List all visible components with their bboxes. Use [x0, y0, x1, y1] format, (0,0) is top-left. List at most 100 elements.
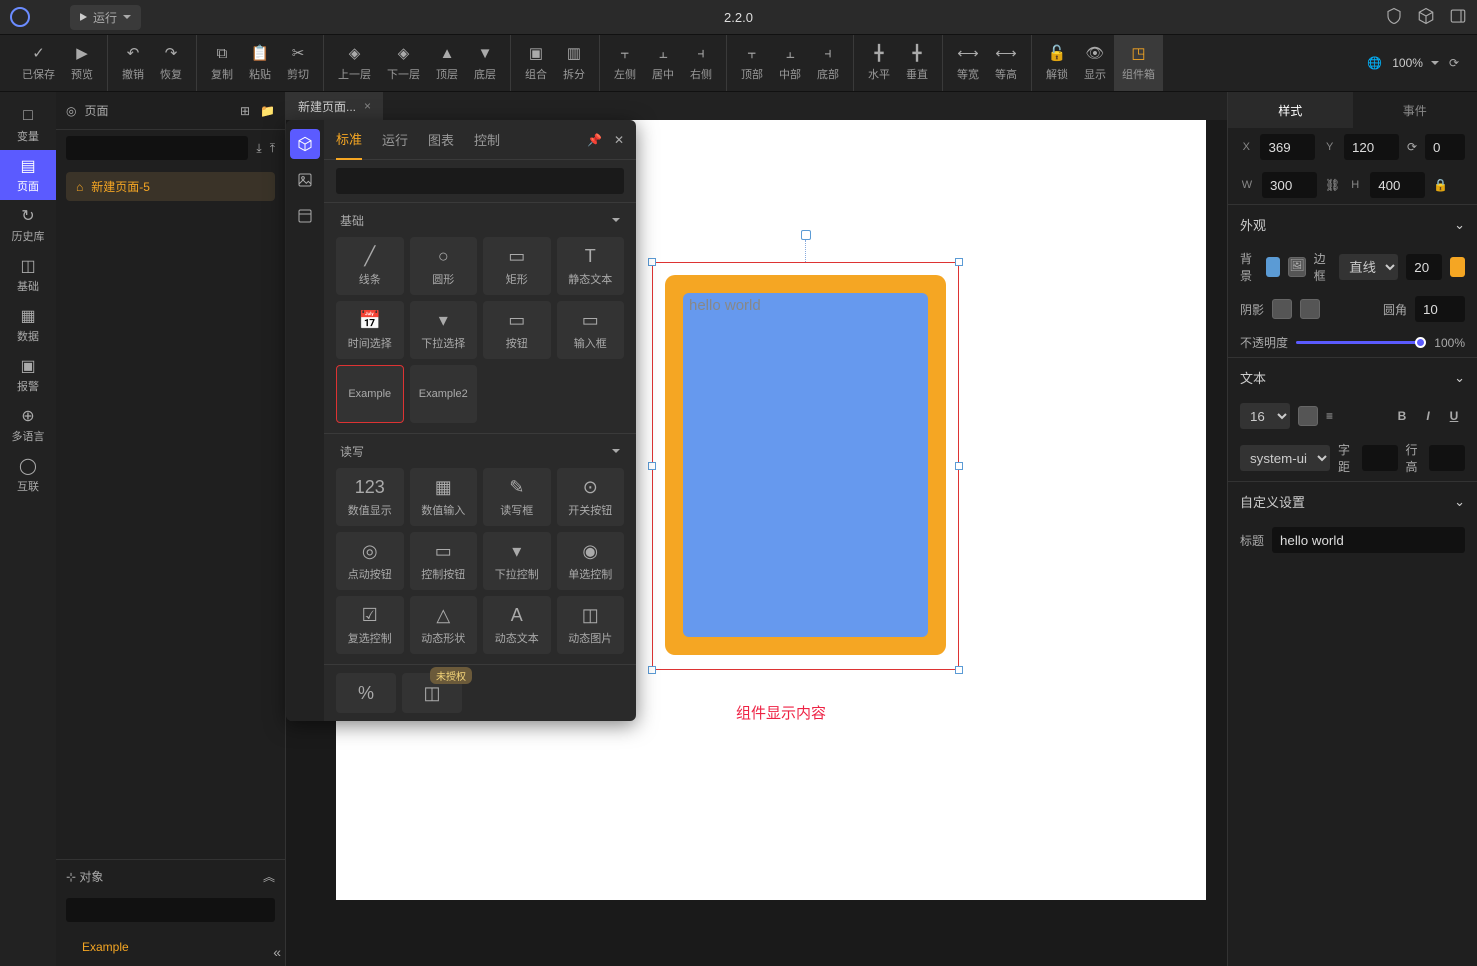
- add-page-icon[interactable]: ⊞: [240, 104, 250, 118]
- font-family-select[interactable]: system-ui: [1240, 445, 1330, 471]
- resize-handle-sw[interactable]: [648, 666, 656, 674]
- resize-handle-se[interactable]: [955, 666, 963, 674]
- zoom-display[interactable]: 100%: [1392, 56, 1439, 70]
- collapse-panel-button[interactable]: «: [273, 944, 281, 960]
- tool-复制[interactable]: ⧉复制: [203, 35, 241, 91]
- comp-rail-layout[interactable]: [290, 201, 320, 231]
- comp-item-数值显示[interactable]: 123数值显示: [336, 468, 404, 526]
- object-item[interactable]: Example: [76, 934, 265, 960]
- tool-撤销[interactable]: ↶撤销: [114, 35, 152, 91]
- comp-item-Example2[interactable]: Example2: [410, 365, 478, 423]
- chevron-down-icon[interactable]: [612, 449, 620, 453]
- border-type-select[interactable]: 直线: [1339, 254, 1398, 280]
- rail-互联[interactable]: ◯互联: [0, 450, 56, 500]
- custom-title-input[interactable]: [1272, 527, 1465, 553]
- tool-预览[interactable]: ▶预览: [63, 35, 101, 91]
- resize-handle-e[interactable]: [955, 462, 963, 470]
- panel-icon[interactable]: [1449, 7, 1467, 28]
- folder-icon[interactable]: 📁: [260, 104, 275, 118]
- rail-多语言[interactable]: ⊕多语言: [0, 400, 56, 450]
- component-search-input[interactable]: [336, 168, 624, 194]
- tool-已保存[interactable]: ✓已保存: [14, 35, 63, 91]
- chevron-icon[interactable]: ⌄: [1454, 494, 1465, 510]
- rail-页面[interactable]: ▤页面: [0, 150, 56, 200]
- opacity-slider[interactable]: [1296, 341, 1426, 344]
- rotation-input[interactable]: [1425, 134, 1465, 160]
- tool-恢复[interactable]: ↷恢复: [152, 35, 190, 91]
- comp-tab-control[interactable]: 控制: [474, 120, 500, 159]
- comp-item-点动按钮[interactable]: ◎点动按钮: [336, 532, 404, 590]
- shield-icon[interactable]: [1385, 7, 1403, 28]
- tool-下一层[interactable]: ◈下一层: [379, 35, 428, 91]
- x-input[interactable]: [1260, 134, 1315, 160]
- tool-顶层[interactable]: ▲顶层: [428, 35, 466, 91]
- rail-历史库[interactable]: ↻历史库: [0, 200, 56, 250]
- letter-spacing-input[interactable]: [1362, 445, 1398, 471]
- chevron-down-icon[interactable]: [612, 218, 620, 222]
- rail-数据[interactable]: ▦数据: [0, 300, 56, 350]
- pin-icon[interactable]: 📌: [587, 133, 602, 147]
- chevron-icon[interactable]: ⌄: [1454, 217, 1465, 233]
- comp-rail-image[interactable]: [290, 165, 320, 195]
- rail-基础[interactable]: ◫基础: [0, 250, 56, 300]
- comp-item-开关按钮[interactable]: ⊙开关按钮: [557, 468, 625, 526]
- radius-input[interactable]: [1415, 296, 1465, 322]
- tool-居中[interactable]: ⫠居中: [644, 35, 682, 91]
- y-input[interactable]: [1344, 134, 1399, 160]
- resize-handle-ne[interactable]: [955, 258, 963, 266]
- page-tab[interactable]: 新建页面... ×: [286, 92, 383, 120]
- tool-右侧[interactable]: ⫞右侧: [682, 35, 720, 91]
- resize-handle-w[interactable]: [648, 462, 656, 470]
- comp-item-下拉控制[interactable]: ▾下拉控制: [483, 532, 551, 590]
- comp-tab-standard[interactable]: 标准: [336, 120, 362, 160]
- lock-icon[interactable]: 🔒: [1433, 178, 1448, 192]
- tool-粘贴[interactable]: 📋粘贴: [241, 35, 279, 91]
- run-button[interactable]: 运行: [70, 5, 141, 30]
- tool-顶部[interactable]: ⫟顶部: [733, 35, 771, 91]
- tool-组合[interactable]: ▣组合: [517, 35, 555, 91]
- tool-拆分[interactable]: ▥拆分: [555, 35, 593, 91]
- comp-item-数值输入[interactable]: ▦数值输入: [410, 468, 478, 526]
- border-width-input[interactable]: [1406, 254, 1442, 280]
- bold-button[interactable]: B: [1391, 405, 1413, 427]
- comp-rail-cube[interactable]: [290, 129, 320, 159]
- close-icon[interactable]: ×: [364, 99, 371, 113]
- tool-等高[interactable]: ⟷等高: [987, 35, 1025, 91]
- comp-item-Example[interactable]: Example: [336, 365, 404, 423]
- globe-icon[interactable]: 🌐: [1367, 56, 1382, 70]
- example-component[interactable]: hello world: [665, 275, 946, 655]
- bg-image-swatch[interactable]: 🖼: [1288, 257, 1305, 277]
- resize-handle-nw[interactable]: [648, 258, 656, 266]
- tool-中部[interactable]: ⫠中部: [771, 35, 809, 91]
- text-color-swatch[interactable]: [1298, 406, 1318, 426]
- align-icon[interactable]: ≡: [1326, 409, 1333, 423]
- rotate-handle[interactable]: [801, 230, 811, 240]
- height-input[interactable]: [1370, 172, 1425, 198]
- chevron-icon[interactable]: ⌄: [1454, 370, 1465, 386]
- comp-item-按钮[interactable]: ▭按钮: [483, 301, 551, 359]
- tool-底部[interactable]: ⫞底部: [809, 35, 847, 91]
- tool-上一层[interactable]: ◈上一层: [330, 35, 379, 91]
- underline-button[interactable]: U: [1443, 405, 1465, 427]
- export-icon[interactable]: ⤓: [256, 141, 261, 156]
- font-size-select[interactable]: 16: [1240, 403, 1290, 429]
- comp-tab-runtime[interactable]: 运行: [382, 120, 408, 159]
- tab-style[interactable]: 样式: [1228, 92, 1353, 128]
- comp-item-动态图片[interactable]: ◫动态图片: [557, 596, 625, 654]
- objects-search-input[interactable]: [66, 898, 275, 922]
- border-color-swatch[interactable]: [1450, 257, 1465, 277]
- tool-水平[interactable]: ╋水平: [860, 35, 898, 91]
- comp-item-下拉选择[interactable]: ▾下拉选择: [410, 301, 478, 359]
- comp-item-percent[interactable]: %: [336, 673, 396, 713]
- import-icon[interactable]: ⤒: [270, 141, 275, 156]
- bg-color-swatch[interactable]: [1266, 257, 1281, 277]
- tool-等宽[interactable]: ⟷等宽: [949, 35, 987, 91]
- cube-icon[interactable]: [1417, 7, 1435, 28]
- rail-报警[interactable]: ▣报警: [0, 350, 56, 400]
- tool-剪切[interactable]: ✂剪切: [279, 35, 317, 91]
- comp-item-控制按钮[interactable]: ▭控制按钮: [410, 532, 478, 590]
- link-icon[interactable]: ⛓: [1325, 178, 1340, 192]
- comp-item-静态文本[interactable]: T静态文本: [557, 237, 625, 295]
- tool-显示[interactable]: 👁显示: [1076, 35, 1114, 91]
- comp-item-输入框[interactable]: ▭输入框: [557, 301, 625, 359]
